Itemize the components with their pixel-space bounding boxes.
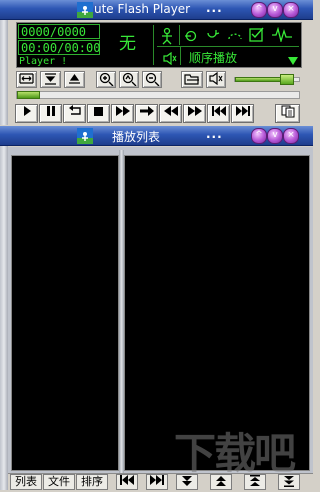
move-up-button[interactable] <box>210 474 232 490</box>
playlist-close-button[interactable]: × <box>283 128 299 144</box>
rewind-button[interactable] <box>159 104 182 123</box>
frame-counter: 0000/0000 <box>18 24 100 39</box>
tab-file[interactable]: 文件 <box>43 474 75 490</box>
status-text: Player ! <box>19 56 68 67</box>
playlist-side-strip <box>0 146 8 490</box>
play-mode-label[interactable]: 顺序播放 <box>189 49 237 66</box>
move-bottom-button[interactable] <box>278 474 300 490</box>
stop-button[interactable] <box>87 104 110 123</box>
close-label: × <box>287 4 295 14</box>
mute-icon <box>209 71 223 86</box>
mode-dropdown-icon[interactable] <box>287 51 299 65</box>
checkbox-icon[interactable] <box>249 27 265 42</box>
main-title-bar[interactable]: ute Flash Player ... ^ v × <box>0 0 313 20</box>
copy-button[interactable] <box>275 104 300 123</box>
zoom-reset-button[interactable] <box>119 71 139 88</box>
open-file-button[interactable] <box>181 71 203 88</box>
rewind-icon <box>163 106 178 116</box>
time-counter: 00:00/00:00 <box>18 40 100 55</box>
display-char: 无 <box>119 34 136 54</box>
main-side-strip <box>0 20 8 125</box>
pause-icon <box>46 106 55 116</box>
align-bottom-button[interactable] <box>40 71 61 88</box>
close-button[interactable]: × <box>283 2 299 18</box>
move-bottom-icon <box>284 476 294 487</box>
play-icon <box>23 106 31 116</box>
stop-icon <box>94 107 103 116</box>
fast-forward-icon <box>115 106 130 116</box>
zoom-out-icon <box>145 72 159 87</box>
zoom-reset-icon <box>122 72 136 87</box>
seek-fill <box>17 91 40 99</box>
playlist-last-button[interactable] <box>146 474 168 490</box>
copy-icon <box>281 105 294 118</box>
waveform-icon[interactable] <box>271 26 293 44</box>
loop-icon[interactable] <box>205 28 221 42</box>
previous-button[interactable] <box>207 104 230 123</box>
next-icon <box>235 106 250 116</box>
previous-icon <box>211 106 226 116</box>
move-down-button[interactable] <box>176 474 198 490</box>
playlist-app-icon <box>77 128 93 144</box>
move-top-button[interactable] <box>244 474 266 490</box>
align-top-icon <box>69 73 80 84</box>
tab-sort[interactable]: 排序 <box>76 474 108 490</box>
seek-bar[interactable] <box>16 91 300 99</box>
volume-knob[interactable] <box>280 74 294 85</box>
move-down-icon <box>182 476 192 486</box>
playlist-minimize-button[interactable]: ^ <box>251 128 267 144</box>
shade-label: v <box>272 4 278 14</box>
playlist-shade-button[interactable]: v <box>267 128 283 144</box>
playlist-title-dots: ... <box>206 127 223 141</box>
fit-width-button[interactable] <box>16 71 37 88</box>
first-icon <box>120 475 134 485</box>
shuffle-icon[interactable] <box>227 28 243 42</box>
step-forward-button[interactable] <box>135 104 158 123</box>
arrow-right-icon <box>139 106 154 116</box>
zoom-out-button[interactable] <box>142 71 162 88</box>
volume-icon[interactable] <box>163 50 177 66</box>
pause-button[interactable] <box>39 104 62 123</box>
double-arrow-right-icon <box>187 106 202 116</box>
lcd-display: 0000/0000 00:00/00:00 Player ! 无 顺序播放 <box>16 22 302 68</box>
mute-button[interactable] <box>206 71 226 88</box>
move-top-icon <box>250 475 260 486</box>
minimize-button[interactable]: ^ <box>251 2 267 18</box>
playlist-title: 播放列表 <box>112 130 161 144</box>
playlist-close-label: × <box>287 130 295 140</box>
shade-button[interactable]: v <box>267 2 283 18</box>
playlist-minimize-label: ^ <box>255 130 263 140</box>
repeat-icon[interactable] <box>183 28 199 42</box>
zoom-in-icon <box>99 72 113 87</box>
next-button[interactable] <box>231 104 254 123</box>
move-up-icon <box>216 476 226 486</box>
minimize-label: ^ <box>255 4 263 14</box>
rewind-start-button[interactable] <box>63 104 86 123</box>
playlist-shade-label: v <box>272 130 278 140</box>
fast-forward-button[interactable] <box>111 104 134 123</box>
tab-list[interactable]: 列表 <box>10 474 42 490</box>
playlist-category-pane[interactable] <box>11 155 119 471</box>
playlist-title-bar[interactable]: 播放列表 ... ^ v × <box>0 126 313 146</box>
fit-width-icon <box>19 73 34 84</box>
zoom-in-button[interactable] <box>96 71 116 88</box>
next-frame-button[interactable] <box>183 104 206 123</box>
playlist-first-button[interactable] <box>116 474 138 490</box>
open-folder-icon <box>184 74 199 85</box>
return-icon <box>68 105 81 115</box>
align-top-button[interactable] <box>64 71 85 88</box>
window-title: ute Flash Player <box>94 2 191 16</box>
title-dots: ... <box>206 1 223 15</box>
watermark-logo: 下载吧 <box>174 429 296 478</box>
align-bottom-icon <box>45 73 56 85</box>
visual-icon[interactable] <box>157 27 177 45</box>
play-button[interactable] <box>15 104 38 123</box>
last-icon <box>150 475 164 485</box>
app-icon <box>77 2 93 18</box>
